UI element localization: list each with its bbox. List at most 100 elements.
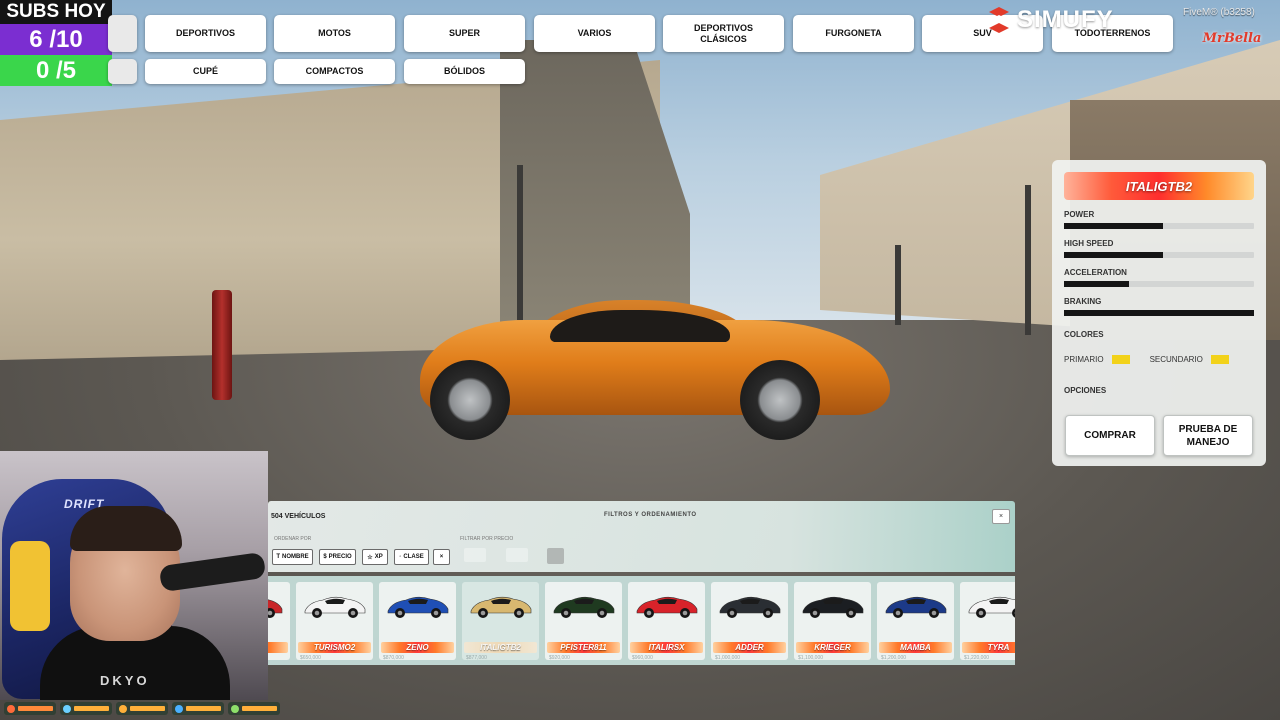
heart-icon bbox=[7, 704, 15, 713]
vehicle-card-adder[interactable]: ADDER $1,000,000 bbox=[711, 582, 788, 661]
primary-color-swatch[interactable] bbox=[1111, 355, 1130, 364]
vehicle-card-price: $1,000,000 bbox=[715, 655, 741, 661]
secondary-color-swatch[interactable] bbox=[1210, 355, 1229, 364]
stat-fill bbox=[1064, 223, 1163, 229]
hud-bar bbox=[73, 706, 109, 711]
car-thumbnail-icon bbox=[968, 596, 1015, 618]
vehicle-card-krieger[interactable]: KRIEGER $1,100,000 bbox=[794, 582, 871, 661]
color-pickers: PRIMARIO SECUNDARIO bbox=[1064, 355, 1254, 364]
vehicle-card-price: $960,000 bbox=[632, 655, 653, 661]
vehicle-stats-panel: ITALIGTB2 POWER HIGH SPEED ACCELERATION … bbox=[1052, 160, 1266, 466]
stat-high-speed: HIGH SPEED bbox=[1064, 239, 1254, 258]
price-filter-apply-button[interactable] bbox=[547, 548, 564, 564]
vehicle-card-price: $650,000 bbox=[300, 655, 321, 661]
vehicle-card-italigtb2[interactable]: ITALIGTB2 $877,000 bbox=[462, 582, 539, 661]
cat-furgoneta[interactable]: FURGONETA bbox=[793, 15, 914, 52]
sort-by-class-button[interactable]: ◦ CLASE bbox=[394, 549, 429, 565]
vehicle-card-name: PFISTER811 bbox=[547, 642, 620, 653]
simufy-mark-icon bbox=[989, 7, 1009, 33]
car-thumbnail-icon bbox=[719, 596, 781, 618]
test-drive-label: PRUEBA DE MANEJO bbox=[1178, 423, 1238, 448]
car-thumbnail-icon bbox=[885, 596, 947, 618]
stat-label: BRAKING bbox=[1064, 297, 1102, 306]
sort-label-text: PRECIO bbox=[328, 554, 352, 560]
vehicle-card-name: AR1 bbox=[268, 642, 288, 653]
vehicle-card-price: $1,220,000 bbox=[964, 655, 990, 661]
car-wheel bbox=[740, 360, 820, 440]
vehicle-card-mamba[interactable]: MAMBA $1,200,000 bbox=[877, 582, 954, 661]
showcased-car bbox=[420, 290, 900, 440]
subs-title: SUBS HOY bbox=[0, 0, 112, 24]
shield-icon bbox=[63, 704, 71, 713]
vehicle-card-pfister811[interactable]: PFISTER811 $920,000 bbox=[545, 582, 622, 661]
price-max-input[interactable] bbox=[506, 548, 528, 562]
car-thumbnail-icon bbox=[553, 596, 615, 618]
cat-cupe[interactable]: CUPÉ bbox=[145, 59, 266, 84]
vehicle-card-price: $877,000 bbox=[466, 655, 487, 661]
hud-status-bars bbox=[4, 702, 280, 715]
cat-deportivos-clasicos[interactable]: DEPORTIVOS CLÁSICOS bbox=[663, 15, 784, 52]
hud-stamina bbox=[228, 702, 280, 715]
vehicle-card-name: ITALIGTB2 bbox=[464, 642, 537, 653]
primary-color-label: PRIMARIO bbox=[1064, 355, 1104, 364]
cat-compactos[interactable]: COMPACTOS bbox=[274, 59, 395, 84]
vehicle-card-name: TURISMO2 bbox=[298, 642, 371, 653]
name-sort-icon: T bbox=[276, 554, 280, 560]
food-icon bbox=[119, 704, 127, 713]
stat-acceleration: ACCELERATION bbox=[1064, 268, 1254, 287]
cat-super[interactable]: SUPER bbox=[404, 15, 525, 52]
stat-track bbox=[1064, 310, 1254, 316]
stat-label: HIGH SPEED bbox=[1064, 239, 1114, 248]
price-min-input[interactable] bbox=[464, 548, 486, 562]
clear-sort-button[interactable]: × bbox=[433, 549, 450, 565]
sort-by-price-button[interactable]: $ PRECIO bbox=[319, 549, 356, 565]
hud-armor bbox=[60, 702, 112, 715]
sort-label-text: NOMBRE bbox=[282, 554, 309, 560]
car-thumbnail-icon bbox=[387, 596, 449, 618]
vehicle-card-tyrant[interactable]: TYRA $1,220,000 bbox=[960, 582, 1015, 661]
cat-bolidos[interactable]: BÓLIDOS bbox=[404, 59, 525, 84]
buy-button[interactable]: COMPRAR bbox=[1065, 415, 1155, 456]
options-row: COMPRAR PRUEBA DE MANEJO bbox=[1065, 415, 1253, 456]
vehicle-card-name: TYRA bbox=[962, 642, 1015, 653]
vehicle-count: 504 VEHÍCULOS bbox=[271, 513, 326, 520]
sort-by-name-button[interactable]: T NOMBRE bbox=[272, 549, 313, 565]
vehicle-card-italirsx[interactable]: ITALIRSX $960,000 bbox=[628, 582, 705, 661]
sort-label-text: XP bbox=[374, 554, 383, 560]
vehicle-carousel[interactable]: AR1 TURISMO2 $650,000 ZENO $870,000 ITALIGTB2… bbox=[268, 576, 1015, 665]
car-thumbnail-icon bbox=[304, 596, 366, 618]
vehicle-card-name: ADDER bbox=[713, 642, 786, 653]
test-drive-button[interactable]: PRUEBA DE MANEJO bbox=[1163, 415, 1253, 456]
vehicle-card-zen01[interactable]: AR1 bbox=[268, 582, 290, 660]
hud-hunger bbox=[116, 702, 168, 715]
hud-bar bbox=[241, 706, 277, 711]
sort-by-xp-button[interactable]: ☆ XP bbox=[362, 549, 388, 565]
cat-hidden-button[interactable] bbox=[108, 15, 137, 52]
stat-braking: BRAKING bbox=[1064, 297, 1254, 316]
vehicle-name-banner: ITALIGTB2 bbox=[1064, 172, 1254, 200]
vehicle-card-price: $920,000 bbox=[549, 655, 570, 661]
cat-varios[interactable]: VARIOS bbox=[534, 15, 655, 52]
cat-motos[interactable]: MOTOS bbox=[274, 15, 395, 52]
vehicle-card-name: ITALIRSX bbox=[630, 642, 703, 653]
filters-close-button[interactable]: × bbox=[992, 509, 1010, 524]
subs-sub-count: 0 /5 bbox=[0, 55, 112, 86]
streamer-hair bbox=[70, 506, 182, 551]
car-wheel bbox=[430, 360, 510, 440]
cat-deportivos[interactable]: DEPORTIVOS bbox=[145, 15, 266, 52]
fivem-build: FiveM® (b3258) bbox=[1183, 7, 1255, 18]
vehicle-card-zeno[interactable]: ZENO $870,000 bbox=[379, 582, 456, 661]
stat-fill bbox=[1064, 310, 1254, 316]
simufy-wordmark: SIMUFY bbox=[1017, 6, 1114, 33]
streamer-webcam: DRIFT DKYO bbox=[0, 451, 268, 700]
shirt-print: DKYO bbox=[100, 673, 150, 688]
price-sort-icon: $ bbox=[323, 554, 327, 560]
vehicle-card-turismo2[interactable]: TURISMO2 $650,000 bbox=[296, 582, 373, 661]
car-thumbnail-icon bbox=[470, 596, 532, 618]
cat-hidden-button[interactable] bbox=[108, 59, 137, 84]
cat-deportivos-clasicos-label: DEPORTIVOS CLÁSICOS bbox=[693, 22, 753, 44]
stat-track bbox=[1064, 281, 1254, 287]
vehicle-card-price: $1,200,000 bbox=[881, 655, 907, 661]
drop-icon bbox=[175, 704, 183, 713]
price-filter-label: FILTRAR POR PRECIO bbox=[460, 536, 514, 542]
